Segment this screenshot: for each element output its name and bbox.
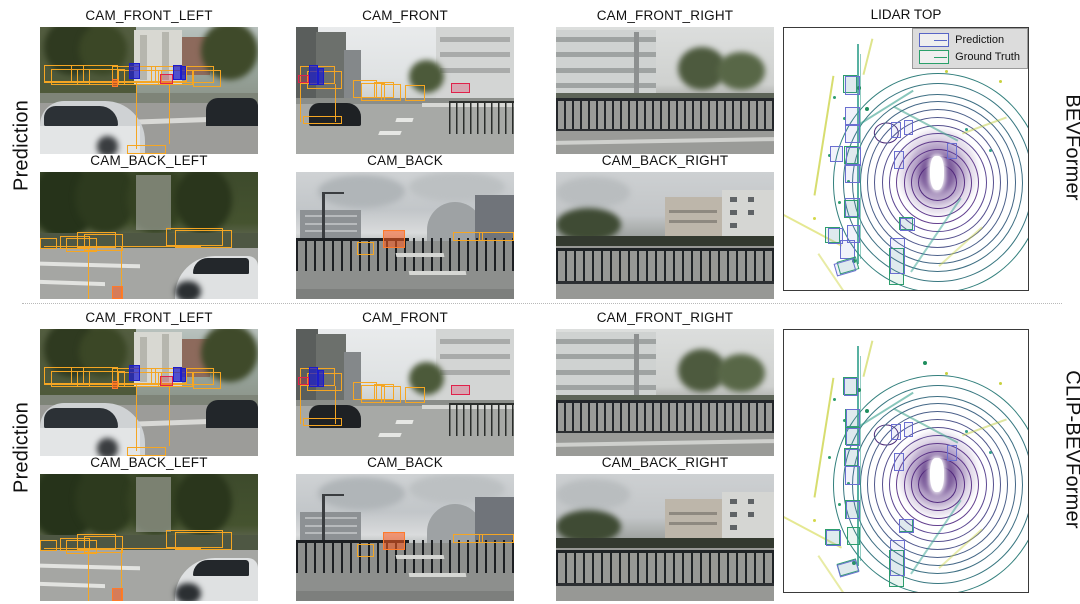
comparison-block-bevformer: Prediction BEVFormer CAM_FRONT_LEFT CAM_… [0, 0, 1080, 302]
ego-vehicle-marker [930, 458, 944, 493]
camera-image [40, 172, 258, 299]
lidar-box-pred [845, 124, 860, 144]
camera-title: CAM_FRONT [362, 310, 448, 325]
lidar-box-pred [903, 421, 914, 438]
scene-cam-front [296, 329, 514, 456]
scene-cam-front-right [556, 27, 774, 154]
camera-image [40, 474, 258, 601]
lidar-box-pred [899, 519, 915, 533]
ego-vehicle-marker [930, 156, 944, 191]
camera-title: CAM_FRONT_RIGHT [596, 8, 734, 23]
lidar-legend: Prediction Ground Truth [912, 28, 1028, 69]
camera-title: CAM_BACK [367, 153, 443, 168]
lidar-box-pred [843, 377, 859, 397]
lidar-title: LIDAR TOP [870, 7, 942, 22]
lidar-box-gt [847, 526, 860, 545]
lidar-frame: Prediction Ground Truth [783, 27, 1029, 291]
lidar-box-pred [947, 143, 958, 159]
lidar-box-pred [891, 424, 902, 441]
lidar-box-pred [891, 122, 902, 139]
camera-image [40, 27, 258, 154]
camera-image [296, 27, 514, 154]
camera-image [556, 329, 774, 456]
block-right-label-bevformer: BEVFormer [1061, 94, 1080, 201]
lidar-box-pred [840, 240, 855, 259]
lidar-box-gt [843, 199, 859, 218]
lidar-box-pred [947, 445, 958, 461]
camera-image [296, 329, 514, 456]
lidar-box-pred [826, 529, 842, 546]
lidar-box-pred [845, 164, 860, 183]
scene-cam-back [296, 172, 514, 299]
camera-title: CAM_BACK_RIGHT [601, 153, 729, 168]
scene-cam-back-left [40, 474, 258, 601]
legend-swatch-ground-truth-icon [919, 50, 950, 64]
camera-image [556, 172, 774, 299]
lidar-frame [783, 329, 1029, 593]
figure-root: Prediction BEVFormer CAM_FRONT_LEFT CAM_… [0, 0, 1080, 604]
scene-cam-back-right [556, 172, 774, 299]
lidar-box-pred [845, 76, 860, 95]
lidar-box-pred [903, 119, 914, 136]
lidar-box-pred [845, 501, 861, 520]
scene-cam-front-right [556, 329, 774, 456]
scene-cam-back [296, 474, 514, 601]
legend-row-prediction: Prediction [919, 33, 1020, 47]
lidar-box-pred [893, 151, 904, 170]
lidar-box-pred [846, 147, 861, 166]
scene-cam-back-left [40, 172, 258, 299]
camera-image [296, 172, 514, 299]
lidar-box-pred [845, 409, 861, 428]
legend-swatch-prediction-icon [919, 33, 950, 47]
lidar-box-pred [845, 466, 860, 485]
scene-cam-front-left [40, 329, 258, 456]
camera-image [40, 329, 258, 456]
lidar-box-pred [899, 217, 915, 232]
camera-title: CAM_BACK_LEFT [90, 153, 208, 168]
scene-cam-front [296, 27, 514, 154]
legend-row-ground-truth: Ground Truth [919, 50, 1020, 64]
block-left-label-clip-bevformer: Prediction [10, 402, 33, 493]
camera-image [556, 474, 774, 601]
lidar-box-pred [844, 448, 860, 467]
block-left-label-bevformer: Prediction [10, 100, 33, 191]
camera-title: CAM_FRONT_LEFT [85, 310, 213, 325]
lidar-panel-bevformer[interactable]: LIDAR TOP Prediction Ground Truth [783, 7, 1029, 291]
camera-title: CAM_FRONT [362, 8, 448, 23]
camera-title: CAM_FRONT_RIGHT [596, 310, 734, 325]
scene-cam-front-left [40, 27, 258, 154]
lidar-box-pred [890, 237, 905, 275]
camera-image [296, 474, 514, 601]
camera-title: CAM_BACK [367, 455, 443, 470]
lidar-box-pred [893, 453, 904, 472]
camera-title: CAM_BACK_LEFT [90, 455, 208, 470]
camera-title: CAM_FRONT_LEFT [85, 8, 213, 23]
lidar-box-pred [890, 539, 905, 577]
lidar-panel-clip-bevformer[interactable] [783, 329, 1029, 593]
block-right-label-clip-bevformer: CLIP-BEVFormer [1061, 370, 1080, 529]
camera-title: CAM_BACK_RIGHT [601, 455, 729, 470]
comparison-block-clip-bevformer: Prediction CLIP-BEVFormer CAM_FRONT_LEFT [0, 302, 1080, 604]
camera-image [556, 27, 774, 154]
lidar-box-pred [845, 106, 860, 125]
lidar-box-pred [830, 145, 843, 162]
legend-label: Prediction [955, 34, 1005, 46]
lidar-box-pred [845, 427, 861, 447]
scene-cam-back-right [556, 474, 774, 601]
legend-label: Ground Truth [955, 51, 1020, 63]
